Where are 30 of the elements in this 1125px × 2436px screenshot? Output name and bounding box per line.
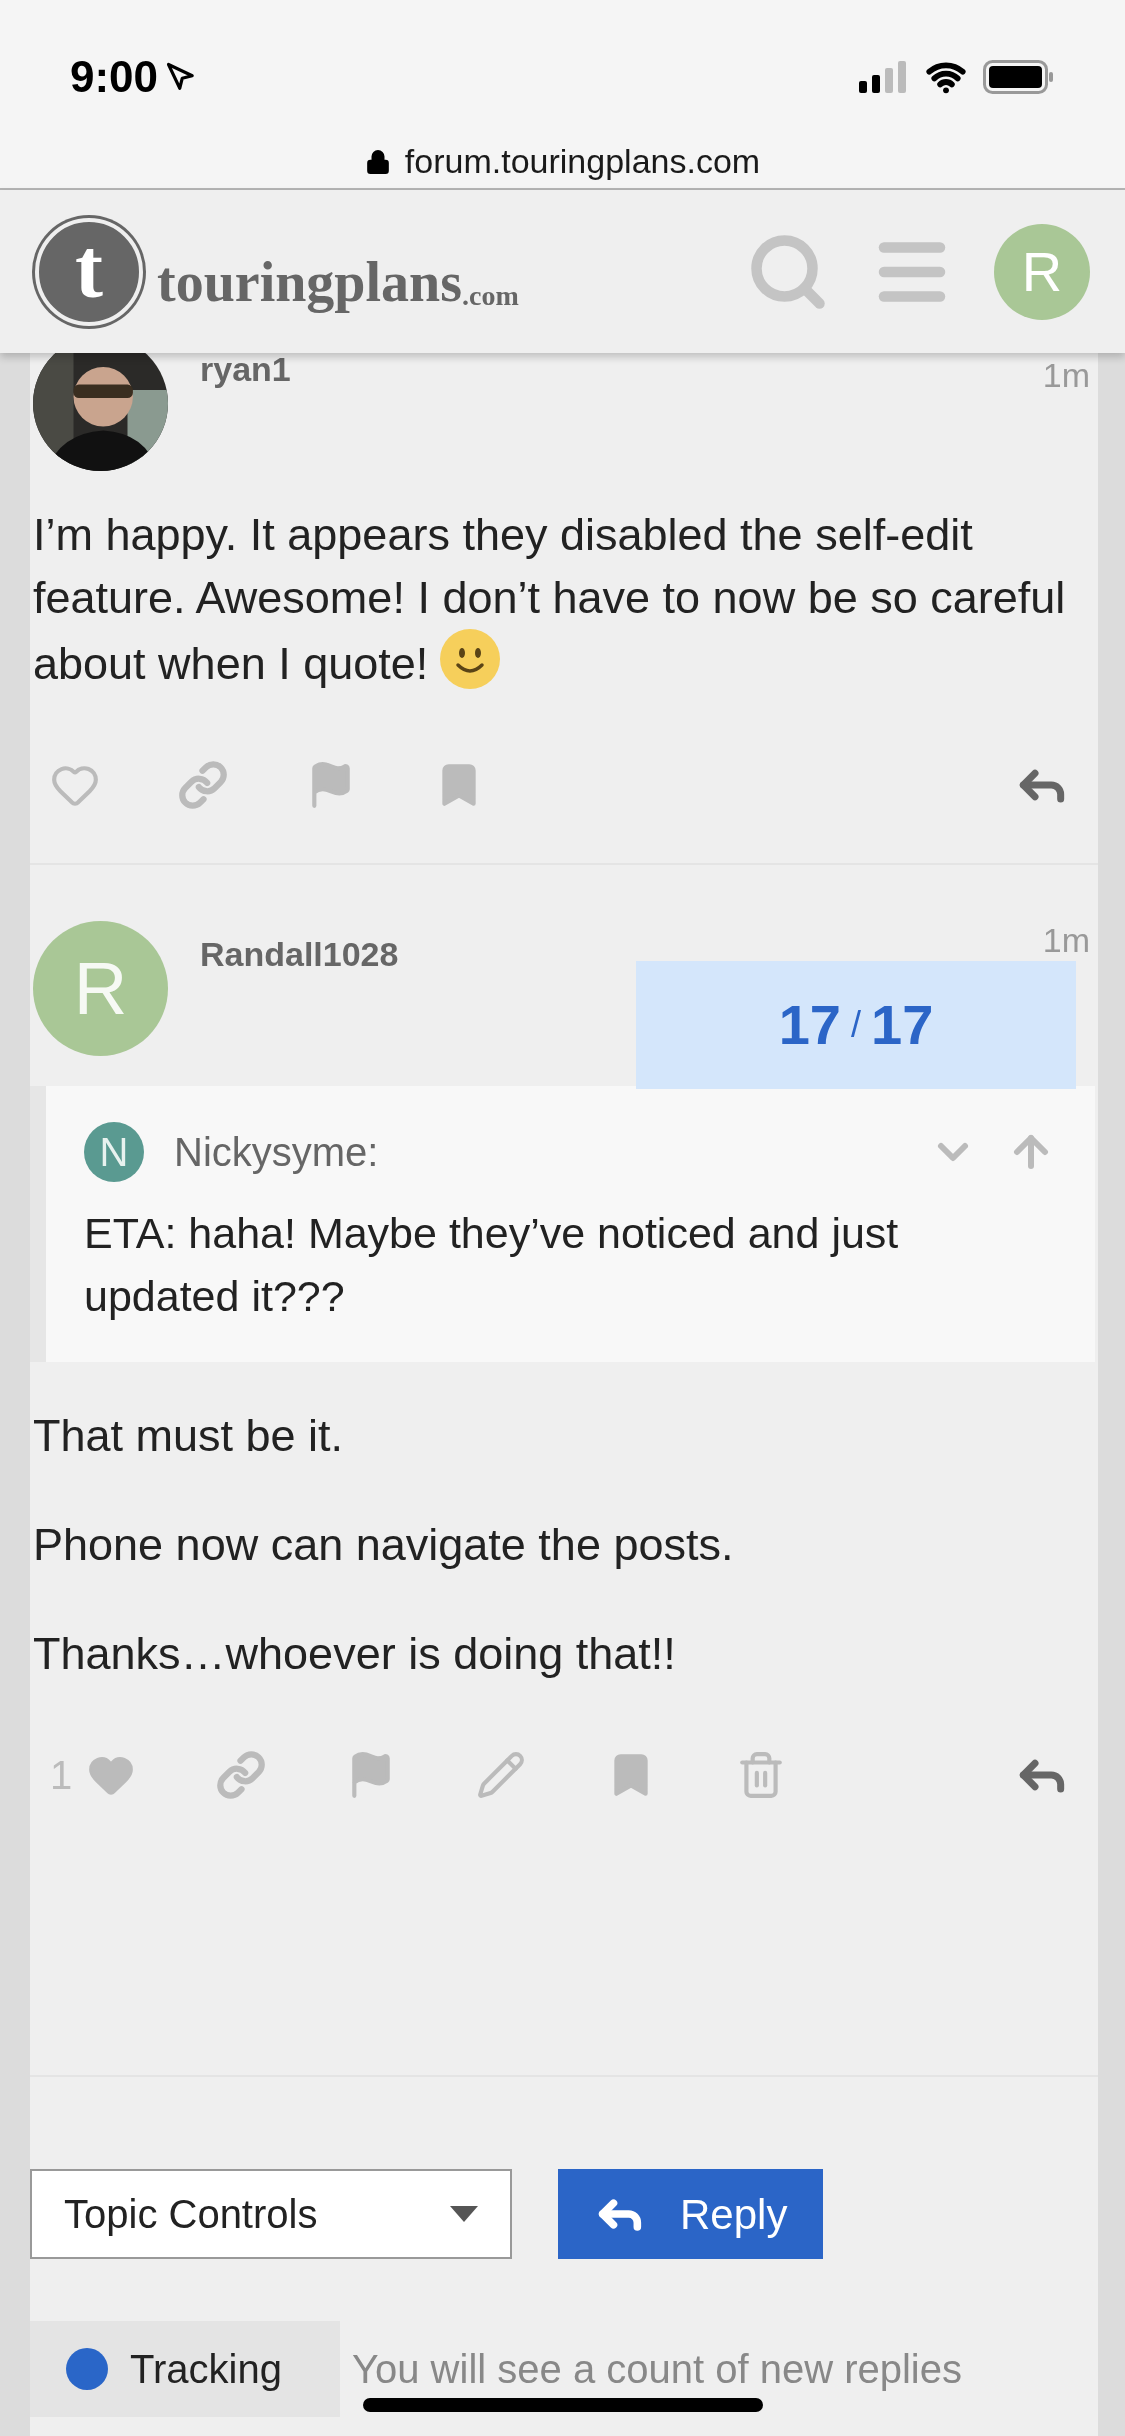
caret-icon xyxy=(450,2206,478,2222)
logo-badge[interactable]: t xyxy=(35,217,143,326)
quote-author: Nickysyme: xyxy=(174,1129,379,1176)
clock-time: 9:00 xyxy=(70,51,159,103)
quote-text: ETA: haha! Maybe they’ve noticed and just updated it??? xyxy=(84,1208,900,1322)
post-author[interactable]: Randall1028 xyxy=(200,929,399,980)
post-text: Phone now can navigate the posts. xyxy=(33,1518,735,1572)
battery-icon xyxy=(983,60,1055,94)
logo-suffix: .com xyxy=(462,281,519,310)
pencil-icon xyxy=(476,1750,527,1800)
location-icon xyxy=(166,62,197,92)
topic-controls-dropdown[interactable]: Topic Controls xyxy=(30,2169,512,2259)
link-button[interactable] xyxy=(216,1750,267,1800)
link-button[interactable] xyxy=(178,760,228,810)
address-bar-url[interactable]: forum.touringplans.com xyxy=(404,136,761,187)
post-author[interactable]: ryan1 xyxy=(200,353,291,395)
quote-avatar: N xyxy=(84,1122,144,1182)
link-icon xyxy=(216,1750,267,1800)
link-icon xyxy=(178,760,228,810)
post-time: 1m xyxy=(1042,355,1090,396)
signal-icon xyxy=(859,61,909,93)
post-text: That must be it. xyxy=(33,1409,345,1463)
reply-button[interactable]: Reply xyxy=(558,2169,824,2259)
post-text: Thanks…whoever is doing that!! xyxy=(33,1627,677,1681)
post-time: 1m xyxy=(1042,920,1090,961)
tracking-description: You will see a count of new replies xyxy=(352,2346,962,2393)
user-avatar: R xyxy=(33,921,168,1056)
post-text: I’m happy. It appears they disabled the self-edit feature. Awesome! I don’t have to now be so careful about when I quote! xyxy=(33,508,1067,691)
tracking-button[interactable]: Tracking xyxy=(30,2321,340,2417)
edit-button[interactable] xyxy=(476,1750,527,1800)
